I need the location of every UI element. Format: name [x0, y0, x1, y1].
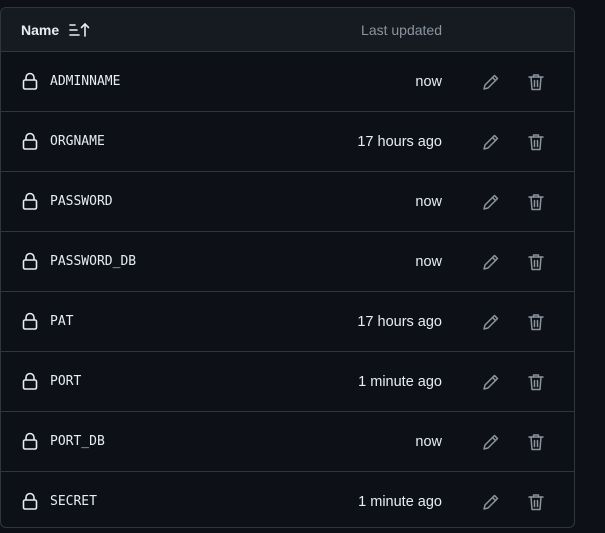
secret-last-updated: now: [415, 434, 442, 450]
secret-last-updated: now: [415, 254, 442, 270]
pencil-icon: [483, 314, 499, 330]
edit-secret-button[interactable]: [479, 370, 503, 394]
secret-last-updated: 1 minute ago: [358, 494, 442, 510]
pencil-icon: [483, 74, 499, 90]
pencil-icon: [483, 134, 499, 150]
secret-row: SECRET 1 minute ago: [1, 472, 574, 527]
table-header: Name Last updated: [1, 8, 574, 52]
pencil-icon: [483, 254, 499, 270]
last-updated-column-header: Last updated: [361, 21, 442, 38]
trash-icon: [528, 314, 544, 331]
pencil-icon: [483, 374, 499, 390]
edit-secret-button[interactable]: [479, 310, 503, 334]
trash-icon: [528, 74, 544, 91]
lock-icon: [22, 252, 38, 270]
edit-secret-button[interactable]: [479, 250, 503, 274]
lock-icon: [22, 192, 38, 210]
delete-secret-button[interactable]: [524, 370, 548, 394]
secret-row: PASSWORD now: [1, 172, 574, 232]
delete-secret-button[interactable]: [524, 70, 548, 94]
name-column-header: Name: [21, 21, 60, 38]
secret-name: PAT: [50, 314, 74, 329]
secret-last-updated: now: [415, 194, 442, 210]
edit-secret-button[interactable]: [479, 70, 503, 94]
secret-name: PORT_DB: [50, 434, 105, 449]
edit-secret-button[interactable]: [479, 190, 503, 214]
trash-icon: [528, 494, 544, 511]
delete-secret-button[interactable]: [524, 430, 548, 454]
lock-icon: [22, 372, 38, 390]
lock-icon: [22, 432, 38, 450]
lock-icon: [22, 312, 38, 330]
secret-name: SECRET: [50, 494, 97, 509]
secret-name: PORT: [50, 374, 82, 389]
secret-last-updated: now: [415, 74, 442, 90]
delete-secret-button[interactable]: [524, 310, 548, 334]
trash-icon: [528, 434, 544, 451]
sort-by-name-button[interactable]: Name: [21, 8, 91, 51]
secret-name: ORGNAME: [50, 134, 105, 149]
secret-row: PASSWORD_DB now: [1, 232, 574, 292]
secret-name: ADMINNAME: [50, 74, 121, 89]
trash-icon: [528, 254, 544, 271]
pencil-icon: [483, 194, 499, 210]
delete-secret-button[interactable]: [524, 130, 548, 154]
secret-row: ADMINNAME now: [1, 52, 574, 112]
sort-ascending-icon: [69, 22, 91, 38]
delete-secret-button[interactable]: [524, 250, 548, 274]
secrets-table: Name Last updated ADMINNAME now ORGNAME …: [0, 7, 575, 528]
trash-icon: [528, 134, 544, 151]
secret-row: PAT 17 hours ago: [1, 292, 574, 352]
edit-secret-button[interactable]: [479, 130, 503, 154]
secret-row: ORGNAME 17 hours ago: [1, 112, 574, 172]
trash-icon: [528, 374, 544, 391]
secret-last-updated: 17 hours ago: [357, 134, 442, 150]
secret-name: PASSWORD_DB: [50, 254, 137, 269]
edit-secret-button[interactable]: [479, 430, 503, 454]
secret-last-updated: 17 hours ago: [357, 314, 442, 330]
lock-icon: [22, 492, 38, 510]
secret-row: PORT_DB now: [1, 412, 574, 472]
pencil-icon: [483, 494, 499, 510]
edit-secret-button[interactable]: [479, 490, 503, 514]
delete-secret-button[interactable]: [524, 190, 548, 214]
lock-icon: [22, 132, 38, 150]
pencil-icon: [483, 434, 499, 450]
delete-secret-button[interactable]: [524, 490, 548, 514]
secret-row: PORT 1 minute ago: [1, 352, 574, 412]
trash-icon: [528, 194, 544, 211]
secret-last-updated: 1 minute ago: [358, 374, 442, 390]
lock-icon: [22, 72, 38, 90]
secrets-list: ADMINNAME now ORGNAME 17 hours ago PASSW…: [1, 52, 574, 527]
secret-name: PASSWORD: [50, 194, 113, 209]
